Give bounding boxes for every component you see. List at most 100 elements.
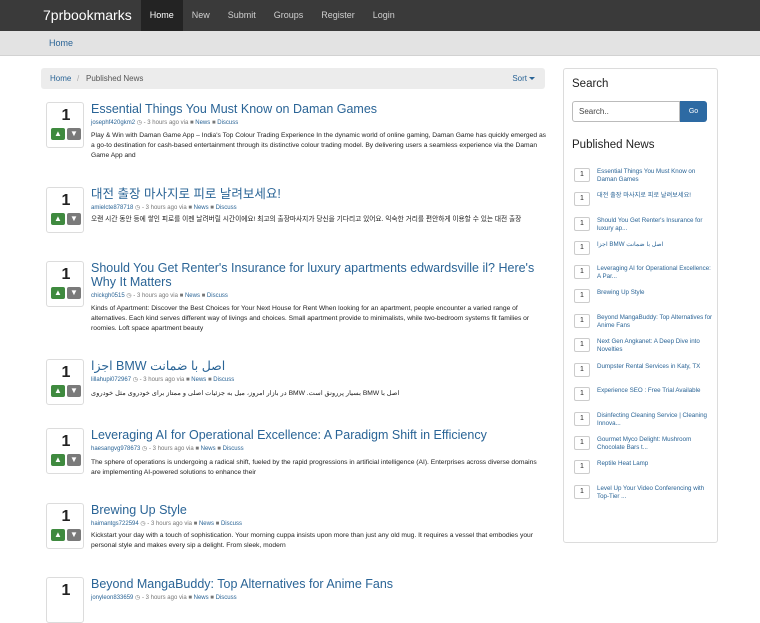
story-author[interactable]: jonyleon833659 (91, 595, 133, 601)
nav-submit[interactable]: Submit (219, 0, 265, 31)
story-meta: haimantgs722594 ◷ - 3 hours ago via ■ Ne… (91, 521, 242, 527)
sidebar-news-link[interactable]: 대전 출장 마사지로 피로 날려보세요! (597, 192, 713, 200)
story-category[interactable]: News (194, 205, 209, 211)
vote-count: 1 (574, 485, 590, 499)
breadcrumb: Home / Published News Sort (41, 68, 545, 89)
top-navbar: 7prbookmarks Home New Submit Groups Regi… (0, 0, 760, 31)
story-description: The sphere of operations is undergoing a… (91, 459, 537, 476)
nav-new[interactable]: New (183, 0, 219, 31)
story-category[interactable]: News (185, 293, 200, 299)
story-discuss[interactable]: Discuss (221, 521, 242, 527)
vote-box: 1 ▲ ▼ (46, 359, 84, 405)
thumbs-down-icon[interactable]: ▼ (67, 529, 81, 541)
vote-box: 1 ▲ ▼ (46, 261, 84, 307)
vote-count: 1 (61, 192, 71, 209)
sidebar-news-link[interactable]: Reptile Heat Lamp (597, 460, 713, 468)
story-title[interactable]: 대전 출장 마사지로 피로 날려보세요! (91, 187, 546, 201)
story-category[interactable]: News (195, 120, 210, 126)
vote-box: 1 (46, 577, 84, 623)
brand-logo[interactable]: 7prbookmarks (0, 0, 141, 31)
story-meta: amielcte878718 ◷ - 3 hours ago via ■ New… (91, 205, 237, 211)
story-author[interactable]: chickgh0515 (91, 293, 125, 299)
story-discuss[interactable]: Discuss (216, 205, 237, 211)
story-title[interactable]: Leveraging AI for Operational Excellence… (91, 428, 546, 442)
story-time: 3 hours ago (145, 595, 178, 601)
subnav-home-link[interactable]: Home (49, 38, 73, 48)
story-discuss[interactable]: Discuss (223, 446, 244, 452)
vote-count: 1 (574, 436, 590, 450)
vote-count: 1 (61, 364, 71, 381)
sidebar-news-link[interactable]: Gourmet Myco Delight: Mushroom Chocolate… (597, 436, 713, 452)
story-author[interactable]: lillahupi072967 (91, 377, 131, 383)
sidebar-news-link[interactable]: اجزا BMW اصل با ضمانت (597, 241, 713, 249)
search-input[interactable]: Search.. (572, 101, 680, 122)
thumbs-down-icon[interactable]: ▼ (67, 128, 81, 140)
thumbs-down-icon[interactable]: ▼ (67, 454, 81, 466)
nav-register[interactable]: Register (312, 0, 364, 31)
thumbs-down-icon[interactable]: ▼ (67, 213, 81, 225)
story-description: 오랜 시간 동안 등에 쌓인 피로를 이젠 날려버릴 시간이에요! 최고의 출장… (91, 216, 522, 223)
story-description: اصل با BMW بسیار پررونق است. BMW در بازا… (91, 390, 400, 397)
sidebar: Search Search.. Go Published News 1 Essen… (563, 68, 718, 543)
vote-count: 1 (574, 314, 590, 328)
nav-groups[interactable]: Groups (265, 0, 313, 31)
story-meta: haesangvg978673 ◷ - 3 hours ago via ■ Ne… (91, 446, 244, 452)
story-category[interactable]: News (194, 595, 209, 601)
story-meta: josephf420gkm2 ◷ - 3 hours ago via ■ New… (91, 120, 239, 126)
thumbs-up-icon[interactable]: ▲ (51, 385, 65, 397)
vote-count: 1 (61, 508, 71, 525)
story-discuss[interactable]: Discuss (213, 377, 234, 383)
sidebar-news-link[interactable]: Level Up Your Video Conferencing with To… (597, 485, 713, 501)
thumbs-up-icon[interactable]: ▲ (51, 128, 65, 140)
vote-count: 1 (61, 433, 71, 450)
story-title[interactable]: Essential Things You Must Know on Daman … (91, 102, 546, 116)
sidebar-news-link[interactable]: Dumpster Rental Services in Katy, TX (597, 363, 713, 371)
story-category[interactable]: News (201, 446, 216, 452)
thumbs-down-icon[interactable]: ▼ (67, 385, 81, 397)
nav-home[interactable]: Home (140, 0, 183, 31)
sidebar-news-link[interactable]: Beyond MangaBuddy: Top Alternatives for … (597, 314, 713, 330)
sort-dropdown[interactable]: Sort (512, 74, 535, 83)
story-time: 3 hours ago (136, 293, 169, 299)
nav-login[interactable]: Login (364, 0, 404, 31)
story-author[interactable]: amielcte878718 (91, 205, 133, 211)
story-discuss[interactable]: Discuss (217, 120, 238, 126)
thumbs-up-icon[interactable]: ▲ (51, 454, 65, 466)
story-time: 3 hours ago (145, 205, 178, 211)
thumbs-down-icon[interactable]: ▼ (67, 287, 81, 299)
sidebar-news-link[interactable]: Experience SEO : Free Trial Available (597, 387, 713, 395)
story-category[interactable]: News (199, 521, 214, 527)
breadcrumb-home[interactable]: Home (50, 74, 71, 83)
sidebar-news-link[interactable]: Essential Things You Must Know on Daman … (597, 168, 713, 184)
story-meta: chickgh0515 ◷ - 3 hours ago via ■ News ■… (91, 293, 228, 299)
story-category[interactable]: News (191, 377, 206, 383)
sidebar-news-link[interactable]: Brewing Up Style (597, 289, 713, 297)
sort-label: Sort (512, 74, 527, 83)
story-title[interactable]: اجزا BMW اصل با ضمانت (91, 359, 546, 373)
vote-count: 1 (574, 460, 590, 474)
story-time: 3 hours ago (147, 120, 179, 126)
sidebar-news-link[interactable]: Disinfecting Cleaning Service | Cleaning… (597, 412, 713, 428)
story-title[interactable]: Brewing Up Style (91, 503, 546, 517)
published-news-heading: Published News (572, 139, 655, 151)
story-discuss[interactable]: Discuss (207, 293, 228, 299)
sidebar-news-link[interactable]: Next Gen Angkanet: A Deep Dive into Nove… (597, 338, 713, 354)
sidebar-news-link[interactable]: Leveraging AI for Operational Excellence… (597, 265, 713, 281)
vote-count: 1 (574, 241, 590, 255)
story-author[interactable]: haesangvg978673 (91, 446, 140, 452)
thumbs-up-icon[interactable]: ▲ (51, 287, 65, 299)
breadcrumb-current: Published News (86, 74, 144, 83)
story-author[interactable]: haimantgs722594 (91, 521, 139, 527)
vote-count: 1 (574, 265, 590, 279)
story-time: 3 hours ago (150, 521, 183, 527)
vote-count: 1 (574, 217, 590, 231)
story-author[interactable]: josephf420gkm2 (91, 120, 135, 126)
thumbs-up-icon[interactable]: ▲ (51, 529, 65, 541)
story-title[interactable]: Beyond MangaBuddy: Top Alternatives for … (91, 577, 546, 591)
sidebar-news-link[interactable]: Should You Get Renter's Insurance for lu… (597, 217, 713, 233)
story-title[interactable]: Should You Get Renter's Insurance for lu… (91, 261, 546, 289)
story-discuss[interactable]: Discuss (216, 595, 237, 601)
thumbs-up-icon[interactable]: ▲ (51, 213, 65, 225)
search-go-button[interactable]: Go (680, 101, 707, 122)
vote-count: 1 (574, 192, 590, 206)
